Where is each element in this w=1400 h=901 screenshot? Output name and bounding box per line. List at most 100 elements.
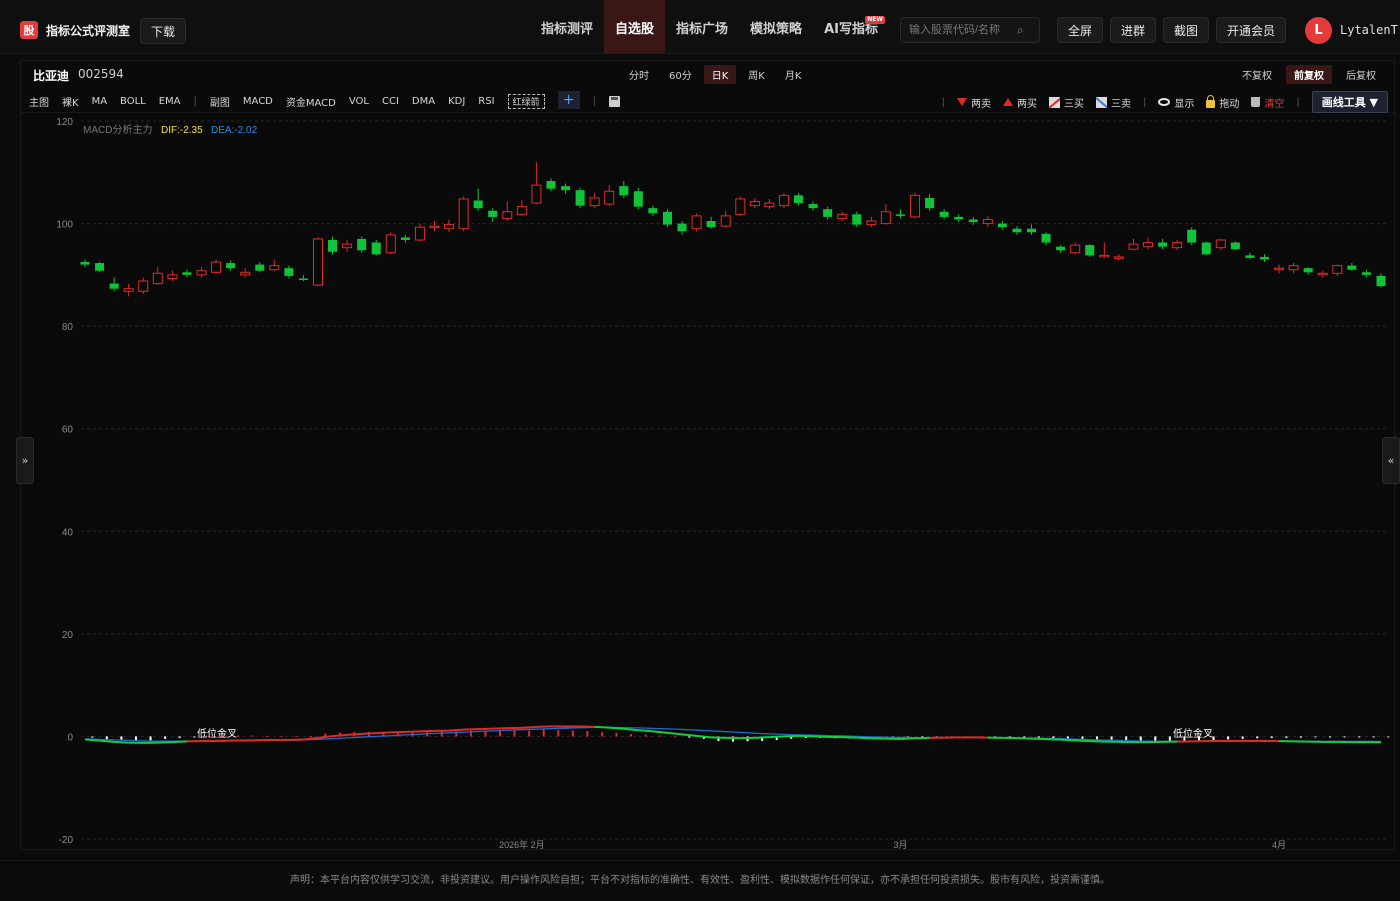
candle-body [401, 237, 410, 240]
indicator-fund-macd[interactable]: 资金MACD [286, 94, 336, 109]
dif-line-segment [478, 729, 493, 730]
indicator-boll[interactable]: BOLL [120, 96, 146, 107]
dif-line-segment [769, 736, 784, 737]
download-button[interactable]: 下载 [140, 18, 186, 44]
candle-body [182, 272, 191, 275]
candle-body [940, 212, 949, 217]
avatar[interactable]: L [1305, 17, 1332, 44]
candle-body [197, 271, 206, 275]
nav-item-indicator-square[interactable]: 指标广场 [665, 0, 739, 54]
indicator-vol[interactable]: VOL [349, 96, 369, 107]
indicator-cci[interactable]: CCI [382, 96, 399, 107]
dif-line-segment [624, 729, 639, 730]
three-sell-tool[interactable]: 三卖 [1096, 95, 1131, 110]
divider: | [593, 96, 596, 107]
candle-body [1042, 234, 1051, 243]
indicator-rsi[interactable]: RSI [478, 96, 494, 107]
period-monthly[interactable]: 月K [777, 65, 810, 84]
clear-tool[interactable]: 清空 [1251, 95, 1284, 110]
candle-body [911, 195, 920, 217]
left-panel-toggle[interactable]: » [16, 437, 34, 484]
dif-line-segment [784, 736, 799, 737]
dif-line-segment [813, 736, 828, 737]
vip-button[interactable]: 开通会员 [1216, 17, 1286, 43]
nav-item-ai-indicator[interactable]: AI写指标NEW [813, 0, 889, 54]
adjust-backward[interactable]: 后复权 [1338, 65, 1384, 84]
candle-body [838, 214, 847, 218]
join-group-button[interactable]: 进群 [1110, 17, 1156, 43]
drag-tool[interactable]: 拖动 [1206, 95, 1239, 110]
nav-item-indicator-review[interactable]: 指标测评 [530, 0, 604, 54]
indicator-naked-k[interactable]: 裸K [62, 94, 79, 109]
candle-body [1289, 266, 1298, 270]
candle-body [503, 212, 512, 219]
period-daily[interactable]: 日K [704, 65, 737, 84]
candle-body [1012, 229, 1021, 233]
macd-bar [1096, 736, 1098, 739]
indicator-ema[interactable]: EMA [159, 96, 181, 107]
search-box[interactable]: ⌕ [900, 17, 1040, 43]
right-panel-toggle[interactable]: « [1382, 437, 1400, 484]
dif-line-segment [857, 738, 872, 739]
candle-body [896, 214, 905, 216]
indicator-sub-chart[interactable]: 副图 [210, 94, 230, 109]
candle-body [823, 209, 832, 217]
candlestick-chart[interactable]: 120100806040200-20 2026年 2月3月4月 MACD分析主力… [21, 115, 1394, 849]
candle-body [736, 199, 745, 214]
dif-line-segment [318, 736, 333, 738]
candle-body [386, 235, 395, 253]
adjust-forward[interactable]: 前复权 [1286, 65, 1332, 84]
adjust-none[interactable]: 不复权 [1234, 65, 1280, 84]
username[interactable]: LytalenT [1340, 23, 1398, 37]
divider: | [1143, 97, 1146, 108]
candle-body [983, 219, 992, 223]
dif-line-segment [1061, 740, 1076, 741]
two-buy-tool[interactable]: 两买 [1003, 95, 1037, 110]
screenshot-button[interactable]: 截图 [1163, 17, 1209, 43]
dif-line-segment [1090, 741, 1105, 742]
three-buy-tool[interactable]: 三买 [1049, 95, 1084, 110]
brand[interactable]: 股 指标公式评测室 [20, 21, 130, 39]
show-tool[interactable]: 显示 [1158, 95, 1194, 110]
macd-bar [688, 736, 690, 737]
drawing-tools-dropdown[interactable]: 画线工具 ▼ [1312, 91, 1388, 113]
candle-body [430, 226, 439, 228]
nav-item-simulated-strategy[interactable]: 模拟策略 [739, 0, 813, 54]
indicator-main-chart[interactable]: 主图 [29, 94, 49, 109]
macd-bar [164, 736, 166, 738]
candle-body [95, 263, 104, 271]
two-sell-tool[interactable]: 两卖 [957, 95, 991, 110]
candle-body [1231, 243, 1240, 250]
indicator-red-green-arrow[interactable]: 红绿箭 [508, 94, 545, 109]
nav-item-watchlist[interactable]: 自选股 [604, 0, 665, 54]
candle-body [634, 191, 643, 206]
adjust-selector: 不复权 前复权 后复权 [1234, 65, 1384, 84]
tool-label: 显示 [1174, 95, 1194, 110]
indicator-dma[interactable]: DMA [412, 96, 435, 107]
fullscreen-button[interactable]: 全屏 [1057, 17, 1103, 43]
indicator-macd[interactable]: MACD [243, 96, 273, 107]
dif-line-segment [172, 741, 187, 742]
dif-line-segment [609, 728, 624, 729]
macd-bar [1387, 736, 1389, 737]
dif-line-segment [464, 729, 479, 730]
new-badge: NEW [865, 16, 885, 24]
search-input[interactable] [909, 24, 1017, 36]
period-intraday[interactable]: 分时 [621, 65, 657, 84]
indicator-ma[interactable]: MA [92, 96, 107, 107]
y-tick-label: 80 [62, 322, 74, 333]
dif-line-segment [362, 733, 377, 734]
dif-line-segment [449, 730, 464, 731]
period-60min[interactable]: 60分 [661, 65, 700, 84]
candle-body [1129, 244, 1138, 249]
save-icon[interactable] [609, 96, 620, 107]
dif-line-segment [114, 742, 129, 743]
candle-body [546, 181, 555, 189]
dif-line-segment [842, 737, 857, 738]
candle-body [779, 195, 788, 205]
add-indicator-button[interactable]: + [558, 91, 580, 109]
search-icon[interactable]: ⌕ [1017, 23, 1024, 38]
period-weekly[interactable]: 周K [740, 65, 773, 84]
candle-body [1158, 243, 1167, 247]
indicator-kdj[interactable]: KDJ [448, 96, 465, 107]
